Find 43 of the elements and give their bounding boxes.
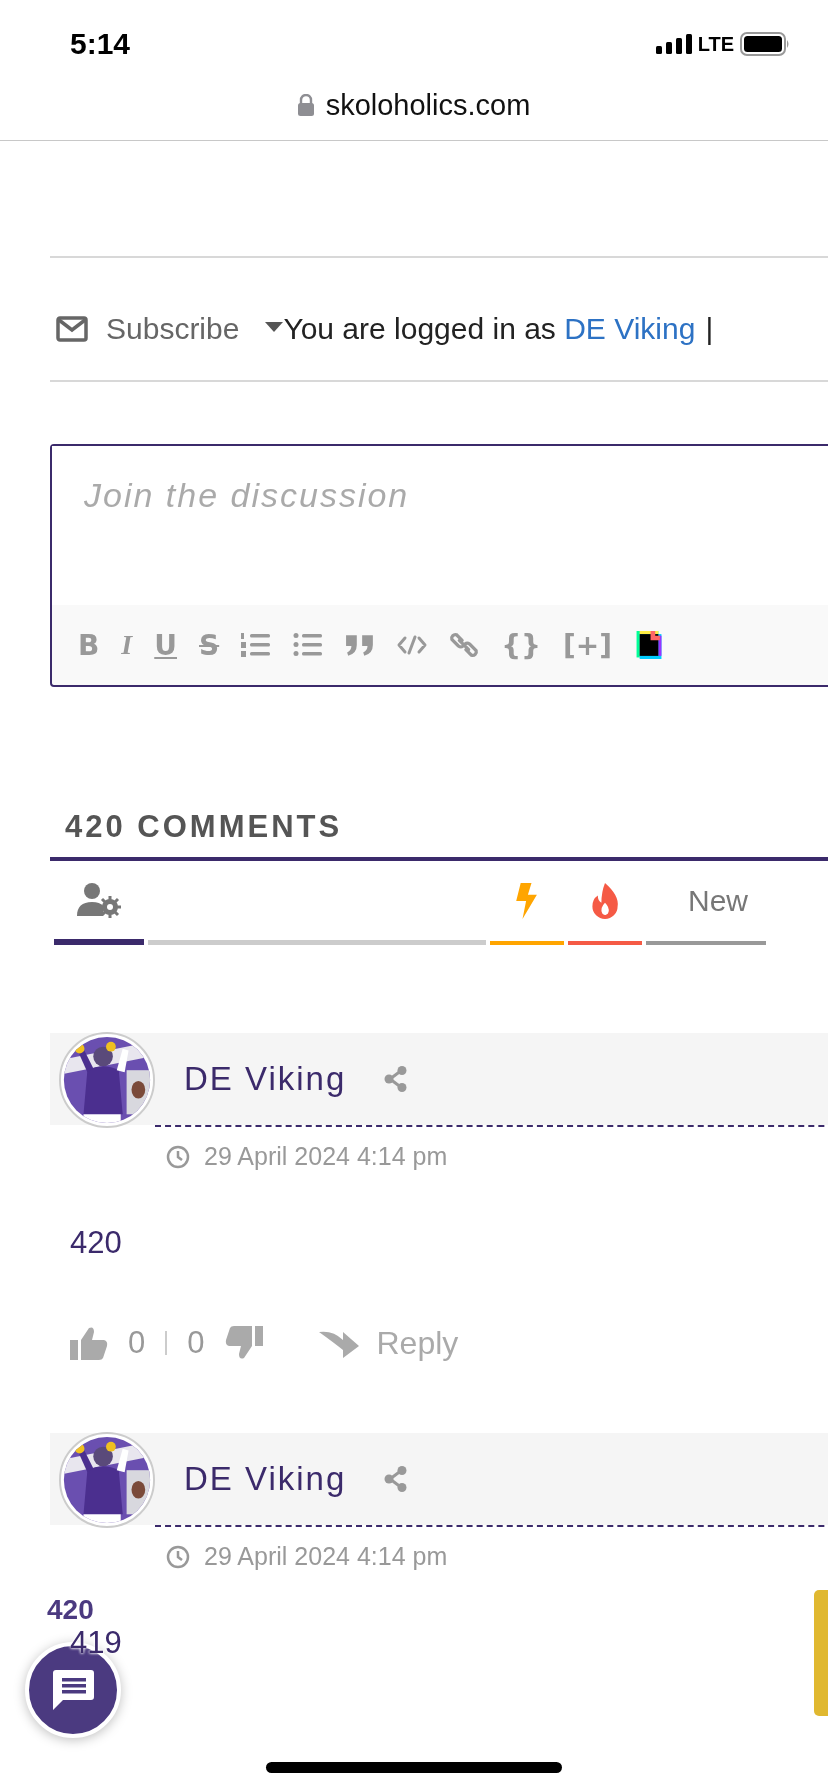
format-button[interactable]: [+] — [563, 628, 613, 662]
link-icon[interactable] — [449, 631, 480, 659]
author-name[interactable]: DE Viking — [184, 1460, 347, 1498]
dislike-count: 0 — [187, 1325, 205, 1361]
author-name[interactable]: DE Viking — [184, 1060, 347, 1098]
clock-icon — [166, 1144, 190, 1169]
caret-icon — [265, 322, 284, 332]
battery-icon — [740, 32, 790, 56]
url-text[interactable]: skoloholics.com — [325, 88, 531, 122]
comment-date: 29 April 2024 4:14 pm — [204, 1542, 448, 1571]
network-label: LTE — [697, 32, 734, 56]
format-button[interactable]: U — [154, 628, 177, 662]
chat-icon — [51, 1668, 95, 1712]
comment-date: 29 April 2024 4:14 pm — [204, 1142, 448, 1171]
subscribe-button[interactable]: Subscribe — [50, 312, 284, 346]
share-icon[interactable] — [384, 1066, 409, 1092]
format-button[interactable]: S — [199, 628, 220, 662]
like-count: 0 — [128, 1325, 146, 1361]
clock-time: 5:14 — [70, 27, 131, 61]
reply-button[interactable]: Reply — [318, 1324, 459, 1362]
comment-text: 419 — [70, 1624, 122, 1662]
comment-text: 420 — [70, 1224, 122, 1262]
flame-icon — [590, 883, 620, 919]
sort-tab[interactable]: New — [646, 861, 766, 945]
comment-count-heading: 420 COMMENTS — [65, 809, 344, 845]
envelope-icon — [56, 316, 88, 342]
user-settings-icon — [77, 882, 121, 918]
signal-icon — [655, 34, 692, 54]
bullet-list-icon[interactable] — [293, 631, 324, 659]
lock-icon — [297, 94, 314, 116]
format-button[interactable]: I — [121, 629, 133, 661]
numbered-list-icon[interactable] — [241, 631, 272, 659]
separator-text: | — [705, 312, 714, 346]
share-icon[interactable] — [384, 1466, 409, 1492]
thumbs-up-icon[interactable] — [70, 1326, 108, 1360]
username-link[interactable]: DE Viking — [564, 312, 696, 345]
comment-count-label: 420 — [47, 1594, 94, 1626]
format-button[interactable]: {} — [501, 628, 542, 662]
format-button[interactable]: B — [78, 628, 100, 662]
comment-editor[interactable]: Join the discussion B I U S {} [+] — [50, 444, 828, 687]
clock-icon — [166, 1544, 190, 1569]
login-status-text: You are logged in as DE Viking — [283, 312, 696, 346]
thumbs-down-icon[interactable] — [224, 1326, 263, 1360]
